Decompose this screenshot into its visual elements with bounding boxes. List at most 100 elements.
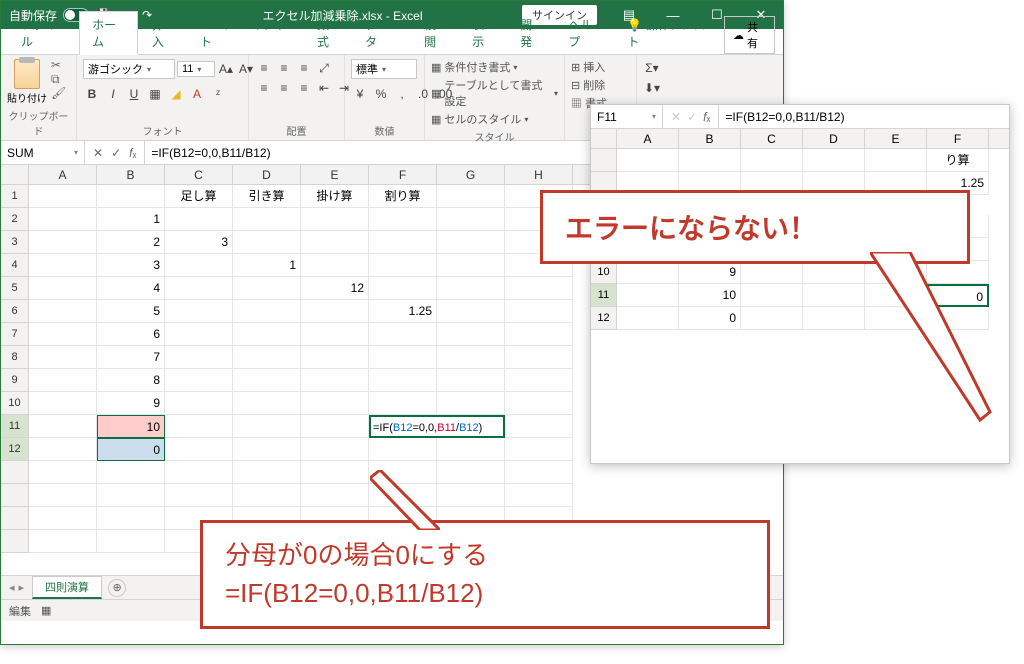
cell[interactable] bbox=[29, 369, 97, 392]
cell[interactable] bbox=[437, 323, 505, 346]
cell[interactable] bbox=[165, 392, 233, 415]
cell[interactable] bbox=[369, 254, 437, 277]
cell[interactable] bbox=[741, 284, 803, 307]
grow-font-icon[interactable]: A▴ bbox=[217, 60, 235, 78]
cell[interactable] bbox=[369, 346, 437, 369]
cell[interactable] bbox=[233, 484, 301, 507]
row-header-2[interactable]: 10 bbox=[591, 261, 617, 284]
insert-cells-button[interactable]: ⊞ 挿入 bbox=[571, 59, 607, 75]
cell[interactable] bbox=[165, 369, 233, 392]
col-header[interactable]: F bbox=[369, 165, 437, 184]
cell[interactable] bbox=[301, 208, 369, 231]
tab-formulas[interactable]: 数式 bbox=[305, 12, 351, 54]
cell[interactable] bbox=[233, 323, 301, 346]
cell[interactable] bbox=[29, 277, 97, 300]
cell-styles-button[interactable]: ▦ セルのスタイル ▾ bbox=[431, 111, 558, 127]
phonetic-icon[interactable]: ᶻ bbox=[209, 85, 227, 103]
cell[interactable] bbox=[301, 300, 369, 323]
cell[interactable] bbox=[29, 323, 97, 346]
row-header-2[interactable] bbox=[591, 149, 617, 172]
percent-icon[interactable]: % bbox=[372, 85, 390, 103]
cell[interactable] bbox=[741, 261, 803, 284]
row-header[interactable]: 8 bbox=[1, 346, 29, 369]
cell[interactable] bbox=[505, 392, 573, 415]
cell[interactable] bbox=[437, 438, 505, 461]
cell[interactable] bbox=[29, 254, 97, 277]
cancel-formula-icon[interactable]: ✕ bbox=[93, 146, 103, 160]
cell[interactable] bbox=[233, 369, 301, 392]
cell[interactable] bbox=[301, 438, 369, 461]
cell[interactable] bbox=[233, 438, 301, 461]
cell[interactable] bbox=[301, 323, 369, 346]
col-header-2[interactable]: B bbox=[679, 129, 741, 148]
fx-icon-2[interactable]: fₓ bbox=[703, 110, 710, 124]
align-right-icon[interactable]: ≡ bbox=[295, 79, 313, 97]
row-header[interactable]: 6 bbox=[1, 300, 29, 323]
cell[interactable] bbox=[803, 284, 865, 307]
cell[interactable] bbox=[369, 438, 437, 461]
cell[interactable] bbox=[505, 415, 573, 438]
cell[interactable]: 0 bbox=[679, 307, 741, 330]
cell[interactable] bbox=[29, 185, 97, 208]
font-size-select[interactable]: 11▾ bbox=[177, 61, 215, 77]
cell[interactable] bbox=[437, 300, 505, 323]
align-bottom-icon[interactable]: ≡ bbox=[295, 59, 313, 77]
cell[interactable] bbox=[369, 369, 437, 392]
cell[interactable]: 1 bbox=[233, 254, 301, 277]
cell[interactable]: 5 bbox=[97, 300, 165, 323]
col-header-2[interactable]: D bbox=[803, 129, 865, 148]
cell[interactable] bbox=[165, 346, 233, 369]
font-color-icon[interactable]: A bbox=[188, 85, 206, 103]
cell[interactable] bbox=[505, 300, 573, 323]
cell[interactable] bbox=[301, 254, 369, 277]
cell[interactable] bbox=[505, 277, 573, 300]
select-all-corner-2[interactable] bbox=[591, 129, 617, 148]
tell-me[interactable]: 💡 操作アシスト bbox=[615, 12, 722, 54]
fill-color-icon[interactable]: ◢ bbox=[167, 85, 185, 103]
cell[interactable] bbox=[29, 392, 97, 415]
cell[interactable]: 7 bbox=[97, 346, 165, 369]
cell[interactable] bbox=[505, 438, 573, 461]
cell[interactable] bbox=[97, 530, 165, 553]
font-name-select[interactable]: 游ゴシック▾ bbox=[83, 59, 175, 79]
sheet-next-icon[interactable]: ▸ bbox=[19, 581, 25, 594]
cell[interactable] bbox=[301, 484, 369, 507]
cell[interactable] bbox=[505, 346, 573, 369]
cell[interactable] bbox=[437, 254, 505, 277]
cell[interactable]: 割り算 bbox=[369, 185, 437, 208]
cut-icon[interactable]: ✂ bbox=[51, 59, 66, 71]
cell[interactable]: 1 bbox=[97, 208, 165, 231]
row-header[interactable]: 10 bbox=[1, 392, 29, 415]
bold-icon[interactable]: B bbox=[83, 85, 101, 103]
align-center-icon[interactable]: ≡ bbox=[275, 79, 293, 97]
cell[interactable] bbox=[505, 323, 573, 346]
cell[interactable] bbox=[165, 208, 233, 231]
cell[interactable] bbox=[505, 484, 573, 507]
tab-data[interactable]: データ bbox=[353, 12, 410, 54]
cancel-formula-icon-2[interactable]: ✕ bbox=[671, 110, 681, 124]
add-sheet-button[interactable]: ⊕ bbox=[108, 579, 126, 597]
cell[interactable]: 10 bbox=[679, 284, 741, 307]
cell[interactable] bbox=[29, 461, 97, 484]
cell[interactable] bbox=[301, 231, 369, 254]
cell[interactable] bbox=[165, 323, 233, 346]
autosum-icon[interactable]: Σ▾ bbox=[643, 59, 661, 77]
row-header[interactable]: 1 bbox=[1, 185, 29, 208]
row-header[interactable] bbox=[1, 507, 29, 530]
cell[interactable]: 足し算 bbox=[165, 185, 233, 208]
format-painter-icon[interactable]: 🖌 bbox=[51, 87, 66, 99]
cell[interactable] bbox=[617, 261, 679, 284]
italic-icon[interactable]: I bbox=[104, 85, 122, 103]
fx-icon[interactable]: fₓ bbox=[129, 146, 136, 160]
underline-icon[interactable]: U bbox=[125, 85, 143, 103]
col-header[interactable]: C bbox=[165, 165, 233, 184]
cell[interactable] bbox=[301, 415, 369, 438]
cell[interactable] bbox=[369, 323, 437, 346]
row-header[interactable] bbox=[1, 484, 29, 507]
tab-insert[interactable]: 挿入 bbox=[140, 12, 186, 54]
cell[interactable] bbox=[369, 231, 437, 254]
cell[interactable]: 3 bbox=[97, 254, 165, 277]
cell-fragment[interactable]: り算 bbox=[927, 149, 989, 172]
tab-view[interactable]: 表示 bbox=[460, 12, 506, 54]
align-top-icon[interactable]: ≡ bbox=[255, 59, 273, 77]
